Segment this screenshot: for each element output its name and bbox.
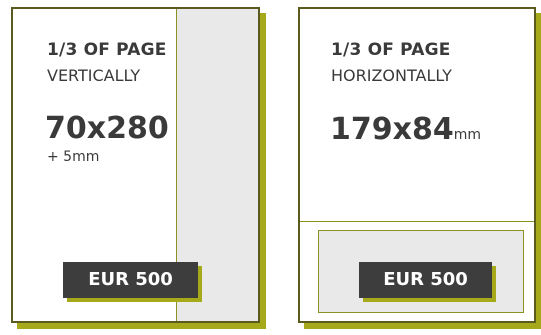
card-dimensions: 70x280 <box>45 111 169 146</box>
card-dimensions-unit: mm <box>453 127 482 143</box>
card-dimensions-value: 179x84 <box>330 112 454 147</box>
price-badge: EUR 500 <box>359 262 492 298</box>
card-dimensions-extra: + 5mm <box>47 149 100 165</box>
card-orientation: HORIZONTALLY <box>331 66 452 85</box>
card-title: 1/3 OF PAGE <box>47 40 167 60</box>
price-badge: EUR 500 <box>63 262 198 298</box>
ad-card-one-third-vertical: 1/3 OF PAGE VERTICALLY 70x280 + 5mm EUR … <box>11 7 260 323</box>
card-title: 1/3 OF PAGE <box>331 40 451 60</box>
card-orientation: VERTICALLY <box>47 66 141 85</box>
ad-card-one-third-horizontal: 1/3 OF PAGE HORIZONTALLY 179x84mm EUR 50… <box>298 7 536 323</box>
ad-area-divider-line <box>300 221 534 222</box>
card-dimensions: 179x84mm <box>330 113 481 152</box>
